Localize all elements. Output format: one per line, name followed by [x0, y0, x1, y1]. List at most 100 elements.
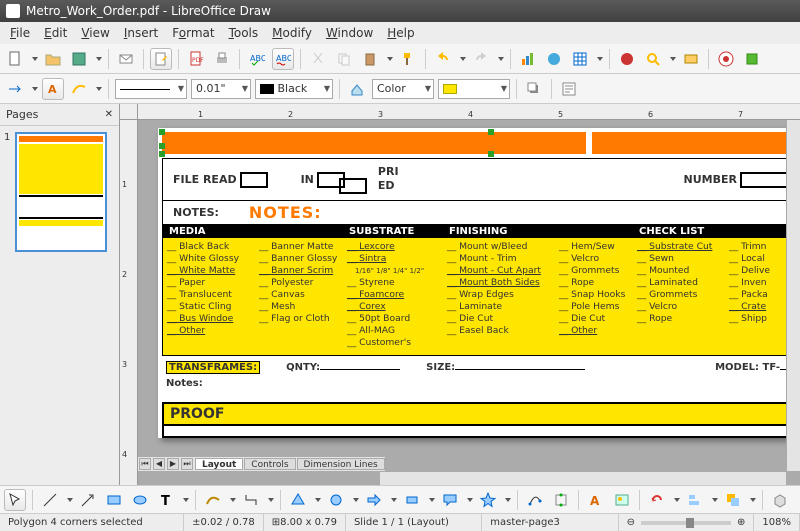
tab-last[interactable]: ⏭	[181, 458, 193, 470]
undo-dropdown[interactable]	[460, 57, 466, 61]
points-button[interactable]	[68, 78, 90, 100]
extension-button[interactable]	[741, 48, 763, 70]
print-button[interactable]	[211, 48, 233, 70]
tab-controls[interactable]: Controls	[244, 458, 295, 470]
tab-dimension[interactable]: Dimension Lines	[297, 458, 385, 470]
text-tool[interactable]: T	[155, 489, 177, 511]
menu-window[interactable]: Window	[320, 24, 379, 42]
redo-dropdown[interactable]	[498, 57, 504, 61]
callout-tool[interactable]	[439, 489, 461, 511]
points-dropdown[interactable]	[96, 87, 102, 91]
table-button[interactable]	[569, 48, 591, 70]
stars-tool[interactable]	[477, 489, 499, 511]
export-pdf-button[interactable]: PDF	[185, 48, 207, 70]
arrange-tool[interactable]	[722, 489, 744, 511]
app-icon	[6, 4, 20, 18]
curve-tool[interactable]	[202, 489, 224, 511]
line-width-combo[interactable]: 0.01"▼	[191, 79, 251, 99]
rotate-tool[interactable]	[646, 489, 668, 511]
open-button[interactable]	[42, 48, 64, 70]
area-button[interactable]	[346, 78, 368, 100]
menubar[interactable]: File Edit View Insert Format Tools Modif…	[0, 22, 800, 44]
tab-prev[interactable]: ◀	[153, 458, 165, 470]
edit-points-tool[interactable]	[524, 489, 546, 511]
select-tool[interactable]	[4, 489, 26, 511]
arrow-style-button[interactable]	[4, 78, 26, 100]
menu-modify[interactable]: Modify	[266, 24, 318, 42]
basic-shapes-tool[interactable]	[287, 489, 309, 511]
tab-layout[interactable]: Layout	[195, 458, 243, 470]
standard-toolbar: PDF ABC ABC	[0, 44, 800, 74]
spellcheck-button[interactable]: ABC	[246, 48, 268, 70]
arrow-style-dropdown[interactable]	[32, 87, 38, 91]
hyperlink-button[interactable]	[543, 48, 565, 70]
menu-tools[interactable]: Tools	[223, 24, 265, 42]
tab-next[interactable]: ▶	[167, 458, 179, 470]
line-style-button[interactable]: A	[42, 78, 64, 100]
menu-insert[interactable]: Insert	[118, 24, 164, 42]
arrow-tool[interactable]	[77, 489, 99, 511]
mail-button[interactable]	[115, 48, 137, 70]
tab-first[interactable]: ⏮	[139, 458, 151, 470]
save-dropdown[interactable]	[96, 57, 102, 61]
menu-format[interactable]: Format	[166, 24, 220, 42]
menu-file[interactable]: File	[4, 24, 36, 42]
line-tool[interactable]	[39, 489, 61, 511]
zoom-dropdown[interactable]	[670, 57, 676, 61]
clone-format-button[interactable]	[397, 48, 419, 70]
close-icon[interactable]: ✕	[105, 109, 113, 120]
from-file-tool[interactable]	[611, 489, 633, 511]
shadow-button[interactable]	[523, 78, 545, 100]
horizontal-scrollbar[interactable]	[380, 471, 786, 485]
copy-button[interactable]	[333, 48, 355, 70]
glue-points-tool[interactable]	[550, 489, 572, 511]
edit-file-button[interactable]	[150, 48, 172, 70]
table-dropdown[interactable]	[597, 57, 603, 61]
status-zoom[interactable]: 108%	[754, 514, 800, 531]
zoom-slider[interactable]: ⊖⊕	[619, 514, 755, 531]
help-button[interactable]	[715, 48, 737, 70]
save-button[interactable]	[68, 48, 90, 70]
chart-button[interactable]	[517, 48, 539, 70]
pages-panel: Pages ✕ 1	[0, 104, 120, 485]
page-thumbnail[interactable]	[15, 132, 107, 252]
undo-button[interactable]	[432, 48, 454, 70]
line-color-combo[interactable]: Black▼	[255, 79, 333, 99]
zoom-button[interactable]	[642, 48, 664, 70]
cut-button[interactable]	[307, 48, 329, 70]
menu-edit[interactable]: Edit	[38, 24, 73, 42]
canvas-area[interactable]: 1 2 3 4 5 6 7 1 2 3 4	[120, 104, 800, 485]
notes-row: NOTES: NOTES:	[162, 201, 800, 224]
symbol-shapes-tool[interactable]	[325, 489, 347, 511]
align-tool[interactable]	[684, 489, 706, 511]
checklist-col-1: Substrate Cut Sewn Mounted Laminated Gro…	[633, 241, 725, 349]
new-dropdown[interactable]	[32, 57, 38, 61]
ruler-corner	[120, 104, 138, 120]
block-arrows-tool[interactable]	[363, 489, 385, 511]
styles-button[interactable]	[558, 78, 580, 100]
gallery-button[interactable]	[680, 48, 702, 70]
menu-help[interactable]: Help	[381, 24, 420, 42]
extrusion-tool[interactable]	[769, 489, 791, 511]
rect-tool[interactable]	[103, 489, 125, 511]
menu-view[interactable]: View	[75, 24, 115, 42]
document-page[interactable]: FILE READ IN PRI ED NUMBER NOTES: NOTES:…	[158, 128, 800, 438]
vertical-scrollbar[interactable]	[786, 120, 800, 471]
fill-mode-combo[interactable]: Color▼	[372, 79, 434, 99]
flowchart-tool[interactable]	[401, 489, 423, 511]
paste-dropdown[interactable]	[387, 57, 393, 61]
orange-header-bar[interactable]	[162, 132, 800, 154]
new-button[interactable]	[4, 48, 26, 70]
status-master[interactable]: master-page3	[482, 514, 618, 531]
connector-tool[interactable]	[240, 489, 262, 511]
fill-color-combo[interactable]: ▼	[438, 79, 510, 99]
autospellcheck-button[interactable]: ABC	[272, 48, 294, 70]
redo-button[interactable]	[470, 48, 492, 70]
line-style-combo[interactable]: ▼	[115, 79, 187, 99]
paste-button[interactable]	[359, 48, 381, 70]
fontwork-tool[interactable]: A	[585, 489, 607, 511]
status-pos: ± 0.02 / 0.78	[184, 514, 264, 531]
pages-body[interactable]: 1	[0, 126, 119, 485]
ellipse-tool[interactable]	[129, 489, 151, 511]
navigator-button[interactable]	[616, 48, 638, 70]
